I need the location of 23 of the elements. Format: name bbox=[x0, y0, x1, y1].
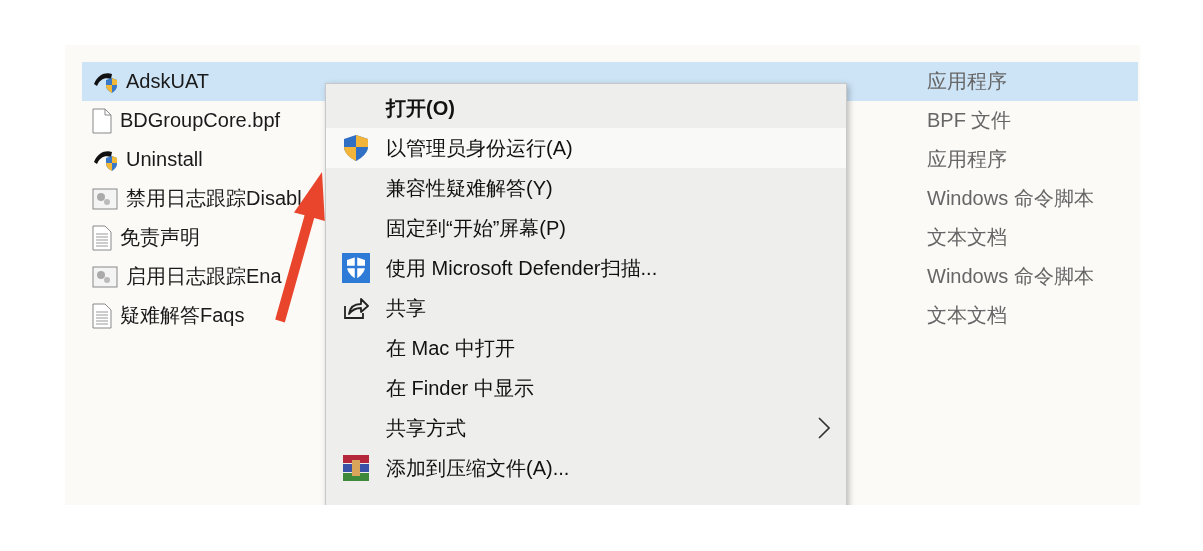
file-name: AdskUAT bbox=[126, 70, 209, 93]
menu-item-label: 使用 Microsoft Defender扫描... bbox=[386, 255, 658, 281]
file-type: Windows 命令脚本 bbox=[927, 187, 1094, 209]
menu-item-label: 兼容性疑难解答(Y) bbox=[386, 175, 553, 201]
file-type: Windows 命令脚本 bbox=[927, 265, 1094, 287]
menu-item-label: 共享 bbox=[386, 295, 426, 321]
file-type: 文本文档 bbox=[927, 226, 1007, 248]
menu-item-label: 在 Finder 中显示 bbox=[386, 375, 534, 401]
file-name: 疑难解答Faqs bbox=[120, 303, 245, 328]
menu-item-label: 共享方式 bbox=[386, 415, 466, 441]
menu-item-label: 固定到“开始”屏幕(P) bbox=[386, 215, 566, 241]
file-type: BPF 文件 bbox=[927, 109, 1012, 131]
file-type: 应用程序 bbox=[927, 70, 1007, 92]
file-type: 应用程序 bbox=[927, 148, 1007, 170]
file-name: 启用日志跟踪Ena bbox=[126, 264, 282, 289]
menu-item-label: 添加到压缩文件(A)... bbox=[386, 455, 570, 481]
file-type: 文本文档 bbox=[927, 304, 1007, 326]
file-name: 免责声明 bbox=[120, 225, 200, 250]
file-name: BDGroupCore.bpf bbox=[120, 109, 281, 132]
file-name: Uninstall bbox=[126, 148, 203, 171]
menu-item-label: 以管理员身份运行(A) bbox=[386, 135, 573, 161]
menu-item-label: 在 Mac 中打开 bbox=[386, 335, 515, 361]
file-name: 禁用日志跟踪Disabl bbox=[126, 186, 302, 211]
